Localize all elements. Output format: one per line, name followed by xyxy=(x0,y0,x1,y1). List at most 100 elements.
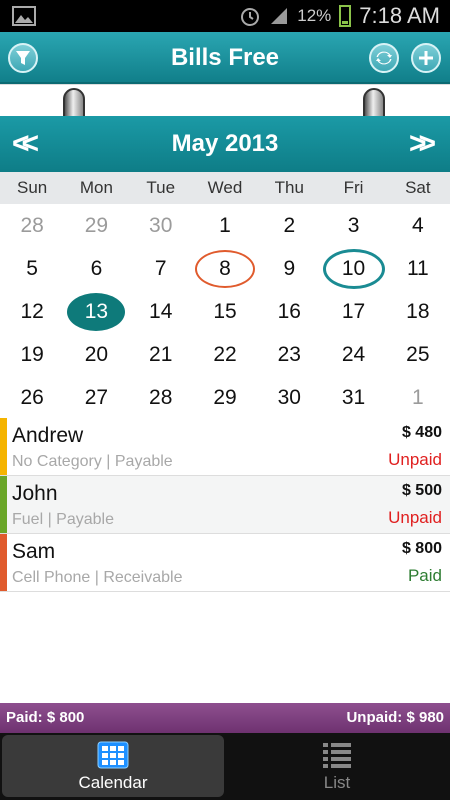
calendar-day-number: 11 xyxy=(406,256,429,280)
bill-amount: $ 800 xyxy=(401,540,442,557)
filter-button[interactable] xyxy=(8,43,38,73)
calendar-day[interactable]: 31 xyxy=(321,376,385,419)
calendar-day[interactable]: 28 xyxy=(129,376,193,419)
month-header: << May 2013 >> xyxy=(0,116,450,172)
calendar-day-number: 5 xyxy=(26,256,38,280)
bill-row[interactable]: Sam Cell Phone | Receivable $ 800 Paid xyxy=(0,534,450,592)
bill-row[interactable]: Andrew No Category | Payable $ 480 Unpaid xyxy=(0,418,450,476)
bill-amount: $ 500 xyxy=(401,482,442,499)
calendar-day-number: 4 xyxy=(412,213,424,237)
calendar-day[interactable]: 17 xyxy=(321,290,385,333)
bill-details: Fuel | Payable xyxy=(12,511,114,528)
calendar-day[interactable]: 29 xyxy=(64,204,128,247)
calendar-day-selected[interactable]: 13 xyxy=(64,290,128,333)
calendar-day-number: 21 xyxy=(149,342,173,366)
bill-details: Cell Phone | Receivable xyxy=(12,569,183,586)
calendar-day[interactable]: 29 xyxy=(193,376,257,419)
calendar-day-number: 28 xyxy=(149,385,173,409)
calendar-day-number: 10 xyxy=(341,256,366,280)
calendar-day[interactable]: 6 xyxy=(64,247,128,290)
weekday-label: Thu xyxy=(274,178,304,197)
sync-icon xyxy=(376,51,392,65)
battery-percent: 12% xyxy=(297,6,332,25)
bills-list: Andrew No Category | Payable $ 480 Unpaid Jo… xyxy=(0,418,450,592)
calendar-day[interactable]: 14 xyxy=(129,290,193,333)
calendar-day[interactable]: 4 xyxy=(386,204,450,247)
calendar-day[interactable]: 30 xyxy=(257,376,321,419)
calendar-day[interactable]: 5 xyxy=(0,247,64,290)
paid-total: Paid: $ 800 xyxy=(6,709,85,726)
gallery-icon xyxy=(12,6,36,26)
calendar-day[interactable]: 23 xyxy=(257,333,321,376)
status-bar: 12% 7:18 AM xyxy=(0,0,450,32)
calendar-day[interactable]: 9 xyxy=(257,247,321,290)
calendar-day-number: 31 xyxy=(341,385,366,409)
calendar-day[interactable]: 30 xyxy=(129,204,193,247)
bill-category-stripe xyxy=(0,534,7,591)
calendar-grid: 28 29 30 1 2 3 4 5 6 7 8 9 10 11 12 13 14 15 16 17 18 19 20 21 2… xyxy=(0,204,450,418)
weekday-label: Sat xyxy=(405,178,431,197)
calendar-day-number: 8 xyxy=(219,256,231,280)
bill-row[interactable]: John Fuel | Payable $ 500 Unpaid xyxy=(0,476,450,534)
calendar-day-number: 15 xyxy=(213,299,237,323)
alarm-icon xyxy=(241,8,260,26)
calendar-day[interactable]: 21 xyxy=(129,333,193,376)
calendar-day-number: 30 xyxy=(277,385,301,409)
bottom-tab-bar: Calendar List xyxy=(0,733,450,800)
bill-name: Sam xyxy=(12,540,56,563)
calendar-day[interactable]: 8 xyxy=(193,247,257,290)
calendar-day[interactable]: 20 xyxy=(64,333,128,376)
next-month-button[interactable]: >> xyxy=(409,116,436,172)
weekday-label: Tue xyxy=(146,178,176,197)
calendar-day-number: 14 xyxy=(149,299,173,323)
calendar-day[interactable]: 1 xyxy=(193,204,257,247)
bill-category-stripe xyxy=(0,476,7,533)
calendar-day[interactable]: 22 xyxy=(193,333,257,376)
totals-bar: Paid: $ 800 Unpaid: $ 980 xyxy=(0,703,450,733)
bill-status: Unpaid xyxy=(388,508,442,527)
bill-name: John xyxy=(12,482,58,505)
tab-calendar[interactable]: Calendar xyxy=(2,735,224,797)
calendar-day[interactable]: 28 xyxy=(0,204,64,247)
calendar-day[interactable]: 25 xyxy=(386,333,450,376)
bill-category-stripe xyxy=(0,418,7,475)
calendar-day[interactable]: 10 xyxy=(321,247,385,290)
bill-details: No Category | Payable xyxy=(12,453,173,470)
calendar-day-number: 1 xyxy=(412,385,424,409)
add-bill-button[interactable] xyxy=(411,43,441,73)
calendar-day-number: 18 xyxy=(406,299,430,323)
calendar-day-number: 19 xyxy=(20,342,44,366)
calendar-grid-icon xyxy=(97,741,129,769)
calendar-day[interactable]: 16 xyxy=(257,290,321,333)
sync-button[interactable] xyxy=(369,43,399,73)
plus-icon xyxy=(419,51,433,65)
calendar-day[interactable]: 1 xyxy=(386,376,450,419)
calendar-day[interactable]: 18 xyxy=(386,290,450,333)
calendar-day[interactable]: 27 xyxy=(64,376,128,419)
calendar-day-number: 24 xyxy=(341,342,366,366)
calendar-day-number: 16 xyxy=(277,299,301,323)
bill-amount: $ 480 xyxy=(401,424,442,441)
calendar-day[interactable]: 24 xyxy=(321,333,385,376)
calendar-day-number: 20 xyxy=(84,342,109,366)
calendar-day[interactable]: 7 xyxy=(129,247,193,290)
calendar-day-number: 25 xyxy=(406,342,430,366)
calendar-day[interactable]: 2 xyxy=(257,204,321,247)
weekday-label: Fri xyxy=(343,178,364,197)
weekday-header: Sun Mon Tue Wed Thu Fri Sat xyxy=(0,172,450,204)
bill-status: Paid xyxy=(407,566,442,585)
calendar-day-number: 27 xyxy=(84,385,109,409)
calendar-day-number: 23 xyxy=(277,342,301,366)
calendar-day-number: 7 xyxy=(154,256,167,280)
calendar-day-number: 30 xyxy=(149,213,173,237)
calendar-day[interactable]: 19 xyxy=(0,333,64,376)
calendar-day-number: 26 xyxy=(20,385,44,409)
calendar-day[interactable]: 12 xyxy=(0,290,64,333)
weekday-label: Mon xyxy=(79,178,113,197)
calendar-day[interactable]: 15 xyxy=(193,290,257,333)
weekday-label: Sun xyxy=(17,178,48,197)
calendar-day[interactable]: 11 xyxy=(386,247,450,290)
tab-list[interactable]: List xyxy=(226,735,448,797)
calendar-day[interactable]: 3 xyxy=(321,204,385,247)
calendar-day[interactable]: 26 xyxy=(0,376,64,419)
